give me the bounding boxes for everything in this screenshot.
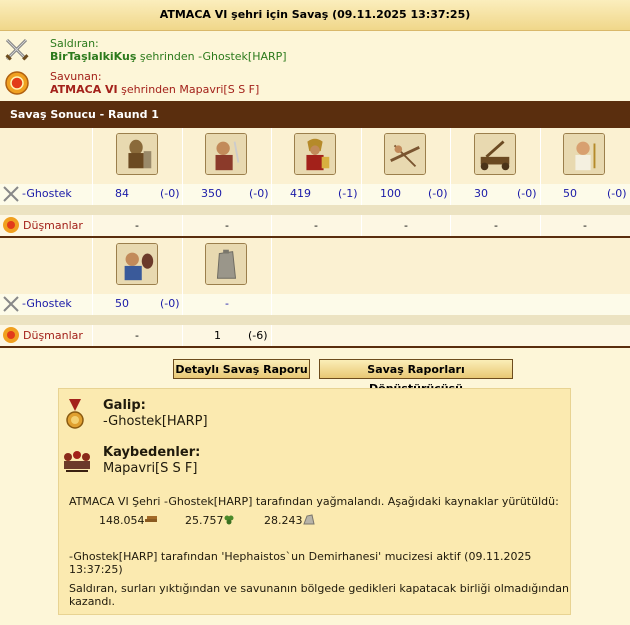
detailed-report-button[interactable]: Detaylı Savaş Raporu xyxy=(173,359,310,379)
defender-player-text: şehrinden Mapavri[S S F] xyxy=(117,83,260,96)
marble-icon xyxy=(303,514,315,525)
crossed-swords-icon xyxy=(3,296,19,312)
round2-unit-images-row xyxy=(0,238,630,294)
losers-label: Kaybedenler: xyxy=(103,445,201,460)
enemy-count: - xyxy=(494,219,498,232)
unit-loss: (-0) xyxy=(607,187,627,200)
round2-attacker-row: -Ghostek 50 (-0) - xyxy=(0,294,630,315)
attacker-player-text: şehrinden -Ghostek[HARP] xyxy=(136,50,287,63)
wall-victory-text-2: kazandı. xyxy=(69,595,115,608)
wall-unit-icon xyxy=(205,243,247,285)
report-converter-button[interactable]: Savaş Raporları Dönüştürücüsü xyxy=(319,359,513,395)
enemy-count: - xyxy=(135,219,139,232)
enemy-loss: (-6) xyxy=(248,329,268,342)
attacker-line: BirTaşlalkiKuş şehrinden -Ghostek[HARP] xyxy=(50,50,287,63)
shield-icon xyxy=(3,327,19,343)
round2-attacker-name[interactable]: -Ghostek xyxy=(22,297,72,310)
enemy-count: - xyxy=(583,219,587,232)
wall-victory-text-1: Saldıran, surları yıktığından ve savunan… xyxy=(69,582,569,595)
doctor-unit-icon xyxy=(563,133,605,175)
unit-count: 30 xyxy=(474,187,488,200)
round-header: Savaş Sonucu - Raund 1 xyxy=(0,101,630,128)
defender-info: Savunan: ATMACA VI şehrinden Mapavri[S S… xyxy=(0,66,630,98)
round1-defender-name: Düşmanlar xyxy=(23,219,83,232)
attacker-info: Saldıran: BirTaşlalkiKuş şehrinden -Ghos… xyxy=(0,33,630,65)
row-separator xyxy=(0,315,630,325)
unit-loss: (-0) xyxy=(249,187,269,200)
losers-name: Mapavri[S S F] xyxy=(103,461,198,476)
ballista-unit-icon xyxy=(384,133,426,175)
crossed-swords-icon xyxy=(5,38,29,61)
defender-city-link[interactable]: ATMACA VI xyxy=(50,83,118,96)
unit-loss: (-0) xyxy=(428,187,448,200)
round1-defender-row: Düşmanlar - - - - - - xyxy=(0,215,630,238)
unit-count: 100 xyxy=(380,187,401,200)
battle-summary: Galip: -Ghostek[HARP] Kaybedenler: Mapav… xyxy=(58,388,571,615)
unit-count: - xyxy=(225,297,229,310)
enemy-count: 1 xyxy=(214,329,221,342)
catapult-unit-icon xyxy=(474,133,516,175)
round2-defender-name: Düşmanlar xyxy=(23,329,83,342)
enemy-count: - xyxy=(314,219,318,232)
cook-unit-icon xyxy=(116,243,158,285)
unit-count: 50 xyxy=(563,187,577,200)
shield-icon xyxy=(3,217,19,233)
defender-line: ATMACA VI şehrinden Mapavri[S S F] xyxy=(50,83,259,96)
enemy-count: - xyxy=(404,219,408,232)
loot-text: ATMACA VI Şehri -Ghostek[HARP] tarafında… xyxy=(69,495,559,508)
page-title: ATMACA VI şehri için Savaş (09.11.2025 1… xyxy=(0,0,630,31)
round2-defender-row: Düşmanlar - 1 (-6) xyxy=(0,325,630,348)
fallen-soldiers-icon xyxy=(64,451,90,472)
row-separator xyxy=(0,205,630,215)
unit-loss: (-0) xyxy=(517,187,537,200)
hoplite-unit-icon xyxy=(116,133,158,175)
winner-name: -Ghostek[HARP] xyxy=(103,414,208,429)
enemy-count: - xyxy=(135,329,139,342)
unit-count: 50 xyxy=(115,297,129,310)
marble-amount: 28.243 xyxy=(264,514,303,527)
round1-attacker-row: -Ghostek 84 (-0) 350 (-0) 419 (-1) 100 (… xyxy=(0,184,630,205)
unit-count: 84 xyxy=(115,187,129,200)
shield-icon xyxy=(5,71,29,95)
round1-unit-images-row xyxy=(0,128,630,184)
crossed-swords-icon xyxy=(3,186,19,202)
attacker-city-link[interactable]: BirTaşlalkiKuş xyxy=(50,50,136,63)
unit-count: 419 xyxy=(290,187,311,200)
swordsman-unit-icon xyxy=(205,133,247,175)
defender-label: Savunan: xyxy=(50,70,102,83)
wood-icon xyxy=(145,516,157,522)
medal-icon xyxy=(66,399,84,429)
wine-icon xyxy=(224,515,234,525)
unit-loss: (-0) xyxy=(160,297,180,310)
wine-amount: 25.757 xyxy=(185,514,224,527)
unit-count: 350 xyxy=(201,187,222,200)
attacker-label: Saldıran: xyxy=(50,37,99,50)
miracle-text: -Ghostek[HARP] tarafından 'Hephaistos`un… xyxy=(69,550,532,576)
round1-attacker-name[interactable]: -Ghostek xyxy=(22,187,72,200)
spearman-unit-icon xyxy=(294,133,336,175)
winner-label: Galip: xyxy=(103,398,146,413)
enemy-count: - xyxy=(225,219,229,232)
wood-amount: 148.054 xyxy=(99,514,145,527)
unit-loss: (-0) xyxy=(160,187,180,200)
unit-loss: (-1) xyxy=(338,187,358,200)
